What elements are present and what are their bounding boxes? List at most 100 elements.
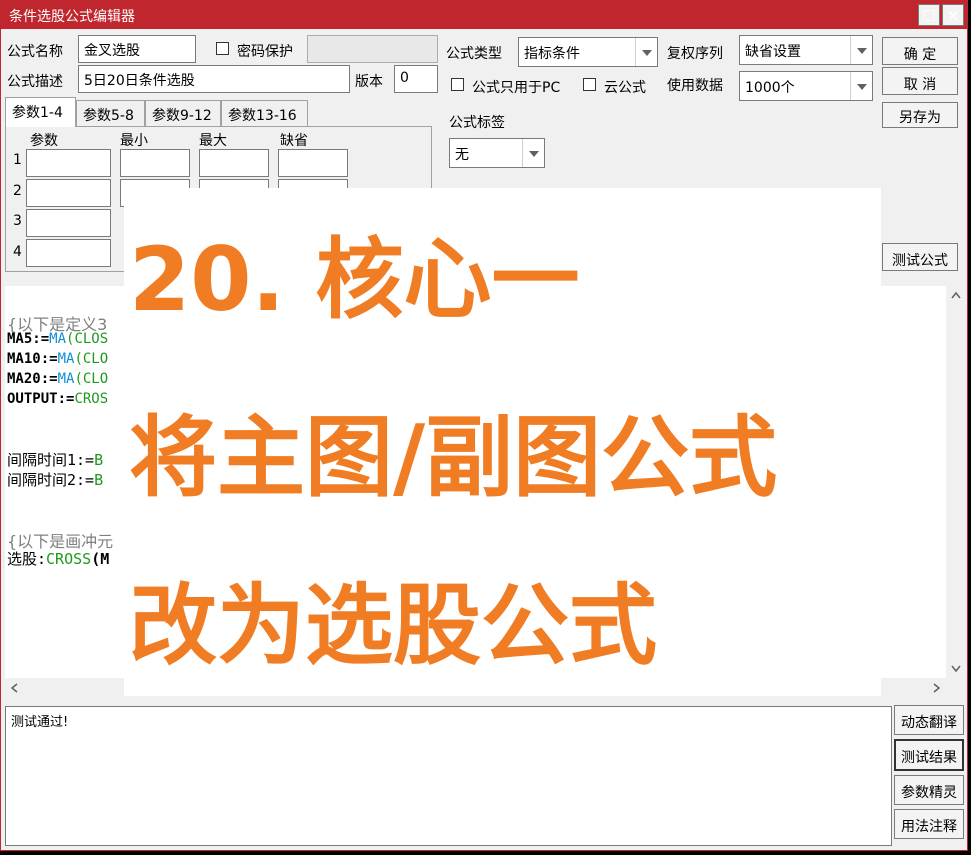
param-wizard-label: 参数精灵 — [901, 785, 957, 801]
test-formula-button[interactable]: 测试公式 — [882, 243, 958, 271]
code-token: 间隔时间1:= — [7, 451, 95, 469]
code-line: MA5:=MA(CLOS — [7, 331, 108, 347]
code-token: MA — [49, 331, 67, 347]
tab-params-9-12[interactable]: 参数9-12 — [145, 100, 221, 126]
param-header-min: 最小 — [120, 133, 148, 149]
type-select[interactable]: 指标条件 — [518, 37, 658, 67]
param-max-cell[interactable] — [199, 149, 269, 177]
fq-label: 复权序列 — [667, 46, 723, 62]
param-row-number: 2 — [13, 183, 22, 199]
caption-line-1: 20. 核心一 — [129, 228, 580, 331]
password-field — [307, 35, 438, 63]
code-token: MA — [57, 351, 75, 367]
name-field[interactable]: 金叉选股 — [78, 35, 196, 63]
code-line: 间隔时间1:=B — [7, 449, 103, 470]
desc-field[interactable]: 5日20日条件选股 — [78, 65, 350, 93]
fq-value: 缺省设置 — [745, 44, 801, 60]
window-title: 条件选股公式编辑器 — [9, 9, 135, 25]
close-icon[interactable]: ✕ — [942, 4, 964, 26]
param-name-cell[interactable] — [26, 209, 111, 237]
code-token: MA5:= — [7, 331, 50, 347]
caption-overlay: 20. 核心一 将主图/副图公式 改为选股公式 — [124, 188, 881, 696]
data-select[interactable]: 1000个 — [739, 71, 873, 101]
param-name-cell[interactable] — [26, 149, 111, 177]
code-token: CROS — [74, 391, 109, 407]
chevron-left-icon[interactable] — [5, 678, 25, 698]
tab-params-13-16[interactable]: 参数13-16 — [221, 100, 308, 126]
tab-params-5-8[interactable]: 参数5-8 — [76, 100, 145, 126]
test-formula-button-label: 测试公式 — [892, 253, 948, 269]
code-line: 间隔时间2:=B — [7, 469, 103, 490]
test-output-panel: 测试通过! — [5, 706, 892, 846]
code-token: B — [94, 471, 104, 489]
code-token: (CLO — [74, 371, 109, 387]
code-token: MA20:= — [7, 371, 58, 387]
save-as-button-label: 另存为 — [899, 110, 941, 126]
code-token: 选股: — [7, 550, 47, 568]
data-label: 使用数据 — [667, 78, 723, 94]
chevron-down-icon — [522, 139, 544, 167]
save-as-button[interactable]: 另存为 — [882, 102, 958, 128]
code-line: MA10:=MA(CLO — [7, 351, 108, 367]
fq-select[interactable]: 缺省设置 — [739, 35, 873, 65]
cancel-button-label: 取 消 — [903, 77, 937, 93]
maximize-icon[interactable]: ☐ — [918, 4, 940, 26]
code-line: 选股:CROSS(M — [7, 548, 109, 569]
tag-label: 公式标签 — [449, 115, 505, 131]
tag-value: 无 — [455, 147, 469, 163]
test-result-label: 测试结果 — [901, 750, 957, 766]
cloud-label: 云公式 — [604, 80, 646, 96]
cloud-checkbox[interactable] — [583, 78, 596, 91]
caption-line-2: 将主图/副图公式 — [129, 406, 778, 509]
param-row-number: 1 — [13, 152, 22, 168]
name-label: 公式名称 — [7, 44, 63, 60]
code-token: (CLO — [74, 351, 109, 367]
code-line: OUTPUT:=CROS — [7, 391, 108, 407]
param-name-cell[interactable] — [26, 179, 111, 207]
tag-select[interactable]: 无 — [449, 138, 545, 168]
code-token: B — [94, 451, 104, 469]
data-value: 1000个 — [745, 80, 795, 96]
version-label: 版本 — [355, 74, 383, 90]
desc-label: 公式描述 — [7, 74, 63, 90]
ok-button-label: 确 定 — [903, 47, 937, 63]
chevron-right-icon[interactable] — [926, 678, 946, 698]
param-row-number: 4 — [13, 244, 22, 260]
param-min-cell[interactable] — [120, 149, 190, 177]
formula-editor-window: 条件选股公式编辑器 ☐ ✕ 公式名称 金叉选股 密码保护 公式类型 指标条件 复… — [0, 0, 968, 851]
param-header-name: 参数 — [30, 133, 58, 149]
test-result-button[interactable]: 测试结果 — [894, 739, 964, 771]
param-header-max: 最大 — [199, 133, 227, 149]
code-token: OUTPUT:= — [7, 391, 75, 407]
param-header-default: 缺省 — [280, 133, 308, 149]
code-token: MA10:= — [7, 351, 58, 367]
chevron-down-icon — [850, 72, 872, 100]
code-token: (CLOS — [66, 331, 109, 347]
chevron-down-icon[interactable] — [946, 658, 966, 678]
chevron-down-icon — [635, 38, 657, 66]
cancel-button[interactable]: 取 消 — [882, 67, 958, 95]
param-row-number: 3 — [13, 213, 22, 229]
code-line: MA20:=MA(CLO — [7, 371, 108, 387]
version-field[interactable]: 0 — [394, 65, 438, 93]
chevron-up-icon[interactable] — [946, 286, 966, 306]
code-token: 间隔时间2:= — [7, 471, 95, 489]
caption-line-3: 改为选股公式 — [129, 574, 658, 677]
ok-button[interactable]: 确 定 — [882, 37, 958, 65]
code-token: CROSS — [46, 550, 92, 568]
param-default-cell[interactable] — [278, 149, 348, 177]
tab-params-1-4[interactable]: 参数1-4 — [5, 97, 76, 127]
title-bar: 条件选股公式编辑器 ☐ ✕ — [1, 1, 967, 29]
password-checkbox[interactable] — [216, 42, 229, 55]
pc-only-checkbox[interactable] — [451, 78, 464, 91]
usage-notes-button[interactable]: 用法注释 — [894, 809, 964, 839]
usage-notes-label: 用法注释 — [901, 819, 957, 835]
dynamic-translate-button[interactable]: 动态翻译 — [894, 705, 964, 735]
code-vertical-scrollbar[interactable] — [946, 286, 966, 678]
password-label: 密码保护 — [237, 44, 293, 60]
pc-only-label: 公式只用于PC — [472, 80, 561, 96]
chevron-down-icon — [850, 36, 872, 64]
dynamic-translate-label: 动态翻译 — [901, 715, 957, 731]
param-name-cell[interactable] — [26, 239, 111, 267]
param-wizard-button[interactable]: 参数精灵 — [894, 775, 964, 805]
